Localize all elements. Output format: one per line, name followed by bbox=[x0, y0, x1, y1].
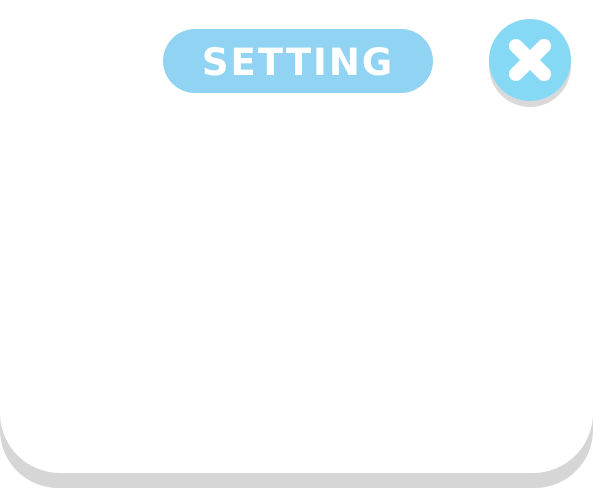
dialog-title: SETTING bbox=[201, 40, 395, 84]
title-banner: SETTING bbox=[163, 29, 433, 93]
close-button[interactable] bbox=[489, 19, 571, 101]
settings-dialog: SETTING bbox=[0, 0, 593, 488]
close-icon bbox=[509, 39, 551, 81]
